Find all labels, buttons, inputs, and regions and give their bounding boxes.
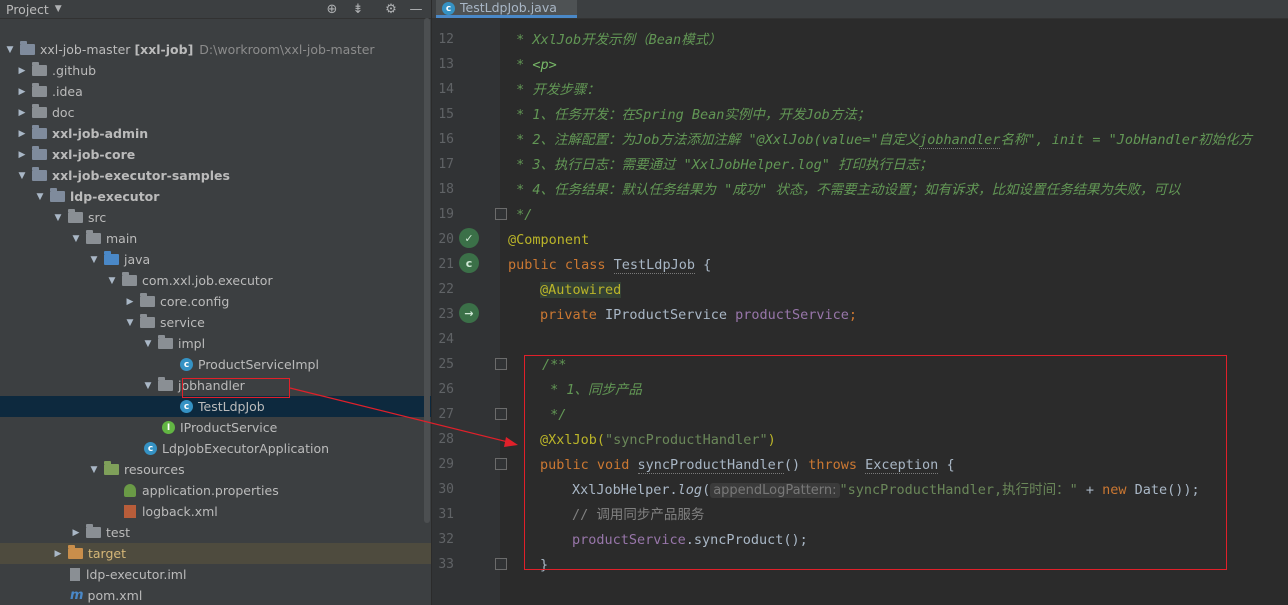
annotation-arrow: [289, 387, 518, 447]
